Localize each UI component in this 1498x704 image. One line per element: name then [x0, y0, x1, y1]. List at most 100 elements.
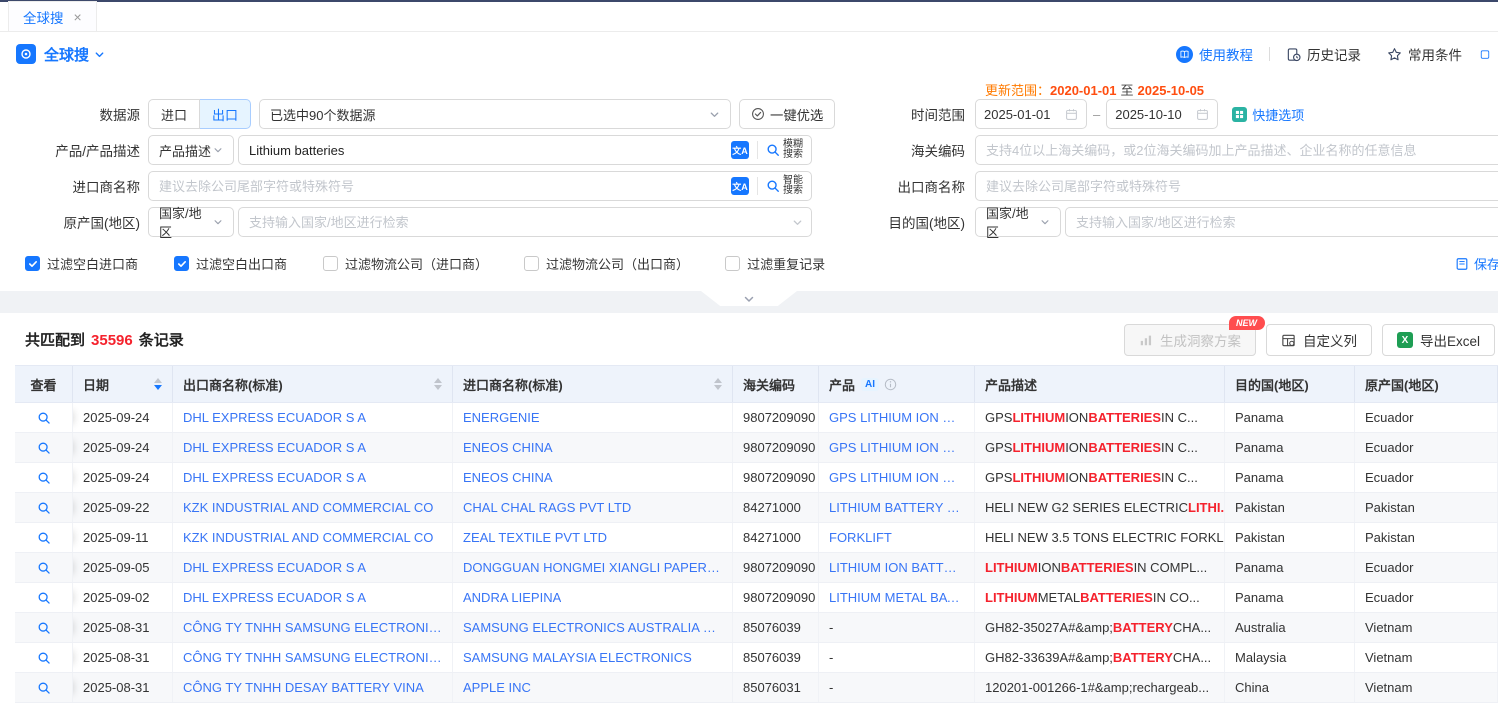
product-link[interactable]: LITHIUM METAL BATT...: [829, 590, 964, 605]
view-record-button[interactable]: [15, 523, 73, 552]
importer-link[interactable]: SAMSUNG ELECTRONICS AUSTRALIA PTY: [463, 620, 722, 635]
importer-link[interactable]: CHAL CHAL RAGS PVT LTD: [463, 500, 631, 515]
filter-checkbox-row: 过滤空白进口商 过滤空白出口商 过滤物流公司（进口商） 过滤物流公司（出口商） 过滤重复…: [25, 254, 861, 273]
col-header-importer[interactable]: 进口商名称(标准): [453, 366, 733, 402]
translate-icon[interactable]: 文A: [731, 141, 749, 159]
checkbox-unchecked-icon[interactable]: [323, 256, 338, 271]
info-icon[interactable]: [884, 378, 897, 391]
magnifier-icon: [37, 531, 51, 545]
hs-code-input[interactable]: [986, 143, 1494, 158]
magnifier-icon: [37, 621, 51, 635]
destination-country-input-wrap: [1065, 207, 1498, 237]
smart-search-button[interactable]: 智能搜索: [766, 176, 803, 196]
exporter-link[interactable]: KZK INDUSTRIAL AND COMMERCIAL CO: [183, 530, 433, 545]
results-count: 35596: [91, 332, 133, 349]
tab-close-icon[interactable]: ×: [74, 10, 82, 24]
checkbox-unchecked-icon[interactable]: [725, 256, 740, 271]
view-record-button[interactable]: [15, 463, 73, 492]
view-record-button[interactable]: [15, 493, 73, 522]
export-excel-button[interactable]: X 导出Excel: [1382, 324, 1495, 356]
product-link[interactable]: GPS LITHIUM ION BAT...: [829, 470, 964, 485]
tutorial-button[interactable]: 使用教程: [1176, 44, 1253, 64]
import-toggle-button[interactable]: 进口: [148, 99, 200, 129]
product-input[interactable]: [249, 143, 731, 158]
chevron-down-icon: [743, 293, 755, 305]
product-cell: -: [819, 673, 975, 702]
exporter-link[interactable]: CÔNG TY TNHH SAMSUNG ELECTRONICS ...: [183, 620, 442, 635]
col-header-date[interactable]: 日期: [73, 366, 173, 402]
origin-country-select[interactable]: 国家/地区: [148, 207, 234, 237]
exporter-input[interactable]: [986, 179, 1494, 194]
filter-checkbox[interactable]: 过滤空白进口商: [25, 254, 138, 273]
importer-link[interactable]: ZEAL TEXTILE PVT LTD: [463, 530, 607, 545]
fuzzy-search-button[interactable]: 模糊搜索: [766, 140, 803, 160]
view-record-button[interactable]: [15, 553, 73, 582]
importer-link[interactable]: ENEOS CHINA: [463, 440, 553, 455]
view-record-button[interactable]: [15, 433, 73, 462]
view-record-button[interactable]: [15, 613, 73, 642]
exporter-link[interactable]: CÔNG TY TNHH SAMSUNG ELECTRONICS ...: [183, 650, 442, 665]
filter-checkbox[interactable]: 过滤物流公司（进口商）: [323, 254, 488, 273]
date-range-dash: –: [1093, 107, 1100, 122]
checkbox-checked-icon[interactable]: [25, 256, 40, 271]
quick-options-button[interactable]: 快捷选项: [1232, 105, 1304, 124]
destination-country-input[interactable]: [1076, 215, 1494, 230]
filter-checkbox[interactable]: 过滤物流公司（出口商）: [524, 254, 689, 273]
exporter-cell: DHL EXPRESS ECUADOR S A: [173, 403, 453, 432]
export-toggle-button[interactable]: 出口: [200, 99, 251, 129]
importer-link[interactable]: APPLE INC: [463, 680, 531, 695]
date-to-input[interactable]: 2025-10-10: [1106, 99, 1218, 129]
view-record-button[interactable]: [15, 583, 73, 612]
exporter-link[interactable]: DHL EXPRESS ECUADOR S A: [183, 560, 366, 575]
filter-checkbox[interactable]: 过滤重复记录: [725, 254, 825, 273]
product-link[interactable]: GPS LITHIUM ION BAT...: [829, 440, 964, 455]
origin-cell: Pakistan: [1355, 523, 1498, 552]
product-link[interactable]: FORKLIFT: [829, 530, 892, 545]
importer-link[interactable]: DONGGUAN HONGMEI XIANGLI PAPER PR...: [463, 560, 722, 575]
checkbox-unchecked-icon[interactable]: [524, 256, 539, 271]
exporter-link[interactable]: DHL EXPRESS ECUADOR S A: [183, 440, 366, 455]
view-record-button[interactable]: [15, 643, 73, 672]
collapse-form-button[interactable]: [701, 291, 797, 306]
save-button[interactable]: 保存: [1455, 254, 1498, 273]
view-record-button[interactable]: [15, 403, 73, 432]
one-click-optimize-button[interactable]: 一键优选: [739, 99, 835, 129]
exporter-link[interactable]: DHL EXPRESS ECUADOR S A: [183, 410, 366, 425]
sort-icons[interactable]: [426, 378, 442, 390]
origin-country-input[interactable]: [249, 215, 792, 230]
favorites-button[interactable]: 常用条件: [1387, 44, 1462, 64]
chevron-down-icon[interactable]: [94, 49, 105, 60]
description-cell: LITHIUM METAL BATTERIES IN CO...: [975, 583, 1225, 612]
sort-icons[interactable]: [146, 378, 162, 390]
importer-link[interactable]: ENEOS CHINA: [463, 470, 553, 485]
col-header-exporter[interactable]: 出口商名称(标准): [173, 366, 453, 402]
customize-columns-button[interactable]: 自定义列: [1266, 324, 1372, 356]
sort-icons[interactable]: [706, 378, 722, 390]
exporter-link[interactable]: CÔNG TY TNHH DESAY BATTERY VINA: [183, 680, 424, 695]
clipped-action-icon[interactable]: [1480, 47, 1490, 62]
product-link[interactable]: LITHIUM ION BATTERY: [829, 560, 964, 575]
view-record-button[interactable]: [15, 673, 73, 702]
importer-link[interactable]: ANDRA LIEPINA: [463, 590, 561, 605]
exporter-link[interactable]: KZK INDUSTRIAL AND COMMERCIAL CO: [183, 500, 433, 515]
product-type-select[interactable]: 产品描述: [148, 135, 234, 165]
generate-insight-button[interactable]: 生成洞察方案 NEW: [1124, 324, 1256, 356]
date-from-input[interactable]: 2025-01-01: [975, 99, 1087, 129]
importer-link[interactable]: ENERGENIE: [463, 410, 540, 425]
importer-input[interactable]: [159, 179, 731, 194]
filter-checkbox-label: 过滤空白出口商: [196, 254, 287, 273]
importer-link[interactable]: SAMSUNG MALAYSIA ELECTRONICS: [463, 650, 692, 665]
product-link[interactable]: GPS LITHIUM ION BAT...: [829, 410, 964, 425]
checkbox-checked-icon[interactable]: [174, 256, 189, 271]
exporter-link[interactable]: DHL EXPRESS ECUADOR S A: [183, 470, 366, 485]
exporter-cell: CÔNG TY TNHH SAMSUNG ELECTRONICS ...: [173, 643, 453, 672]
destination-country-select[interactable]: 国家/地区: [975, 207, 1061, 237]
translate-icon[interactable]: 文A: [731, 177, 749, 195]
history-button[interactable]: 历史记录: [1286, 44, 1361, 64]
exporter-link[interactable]: DHL EXPRESS ECUADOR S A: [183, 590, 366, 605]
product-link[interactable]: LITHIUM BATTERY FO...: [829, 500, 964, 515]
tab-global-search[interactable]: 全球搜 ×: [8, 1, 97, 31]
filter-checkbox[interactable]: 过滤空白出口商: [174, 254, 287, 273]
importer-cell: ZEAL TEXTILE PVT LTD: [453, 523, 733, 552]
datasource-select[interactable]: 已选中90个数据源: [259, 99, 731, 129]
